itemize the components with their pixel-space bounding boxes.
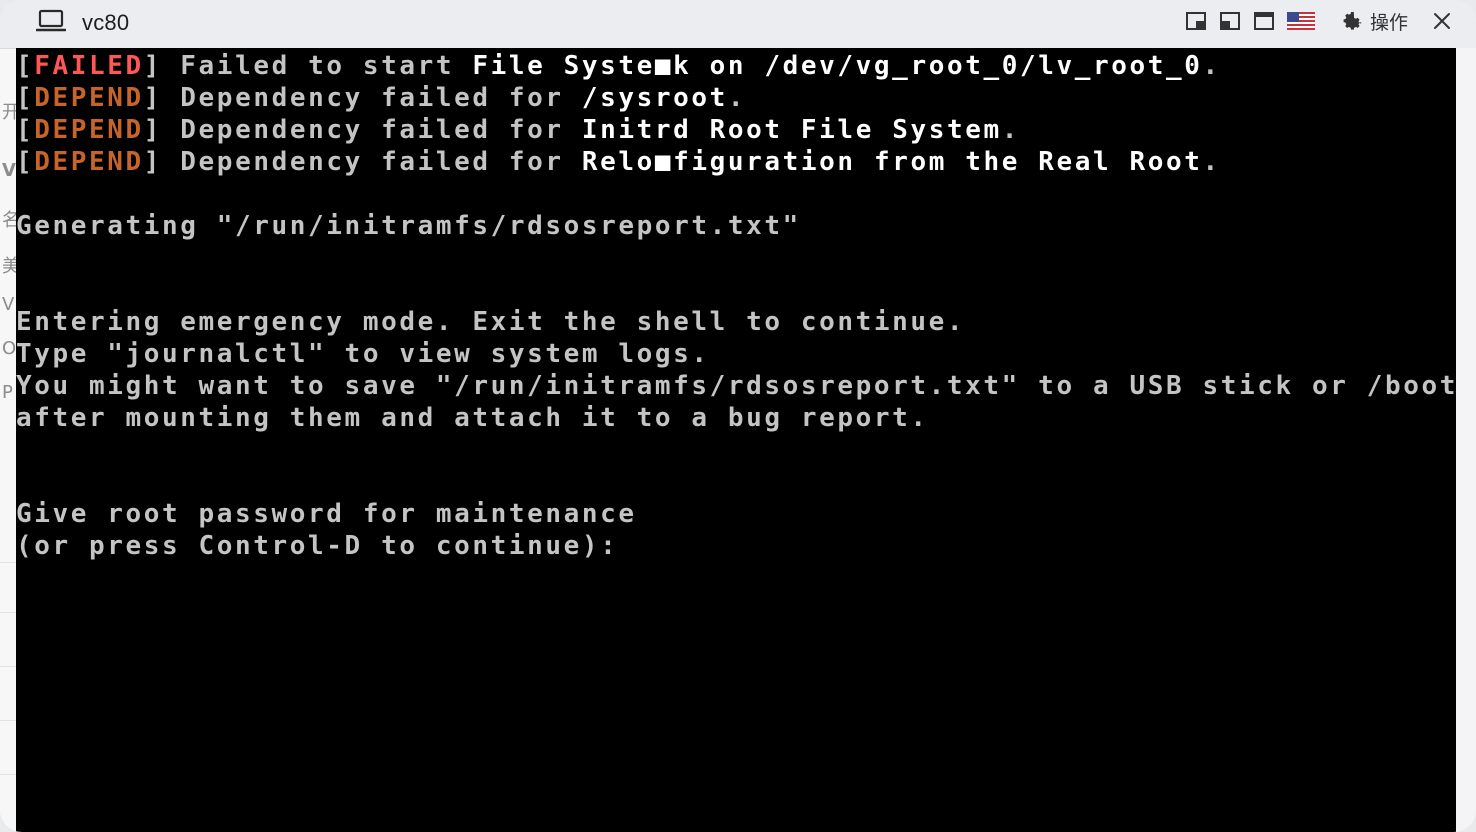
window-right-edge bbox=[1456, 48, 1476, 832]
background-divider bbox=[0, 774, 16, 775]
console-text: Generating "/run/initramfs/rdsosreport.t… bbox=[16, 211, 801, 241]
background-text-fragment: O bbox=[2, 338, 16, 359]
background-divider bbox=[0, 562, 16, 563]
status-period: . bbox=[1202, 51, 1221, 81]
status-message: ] Dependency failed for bbox=[143, 83, 582, 113]
us-flag-icon[interactable] bbox=[1286, 7, 1316, 35]
background-divider bbox=[0, 612, 16, 613]
window-maximize-icon[interactable] bbox=[1252, 7, 1276, 35]
status-period: . bbox=[1202, 147, 1221, 177]
console-text: (or press Control-D to continue): bbox=[16, 531, 619, 561]
background-text-fragment: V bbox=[2, 160, 16, 181]
window-bottom-left-icon[interactable] bbox=[1218, 7, 1242, 35]
console-line: [DEPEND] Dependency failed for Relo■figu… bbox=[16, 146, 1456, 178]
operations-menu[interactable]: 操作 bbox=[1370, 8, 1408, 35]
background-text-fragment: P bbox=[2, 382, 13, 403]
console-line: Type "journalctl" to view system logs. bbox=[16, 338, 1456, 370]
console-text: Give root password for maintenance bbox=[16, 499, 637, 529]
app-frame: 开 V 名 美 V O P vc80 操作 [FAILED] Failed to… bbox=[0, 0, 1476, 832]
status-message: ] Dependency failed for bbox=[143, 115, 582, 145]
console-text: Type "journalctl" to view system logs. bbox=[16, 339, 710, 369]
console-line: (or press Control-D to continue): bbox=[16, 530, 1456, 562]
status-tag: DEPEND bbox=[34, 147, 144, 177]
status-unit: File Syste■k on /dev/vg_root_0/lv_root_0 bbox=[472, 51, 1203, 81]
background-text-fragment: 名 bbox=[2, 210, 16, 231]
console-line: [FAILED] Failed to start File Syste■k on… bbox=[16, 50, 1456, 82]
status-bracket: [ bbox=[16, 115, 35, 145]
console-output: [FAILED] Failed to start File Syste■k on… bbox=[16, 50, 1456, 562]
gear-icon[interactable] bbox=[1340, 7, 1364, 35]
console-text: Entering emergency mode. Exit the shell … bbox=[16, 307, 966, 337]
console-line: Entering emergency mode. Exit the shell … bbox=[16, 306, 1456, 338]
status-bracket: [ bbox=[16, 83, 35, 113]
console-text: after mounting them and attach it to a b… bbox=[16, 403, 929, 433]
background-divider bbox=[0, 720, 16, 721]
status-unit: Relo■figuration from the Real Root bbox=[581, 147, 1203, 177]
window-title: vc80 bbox=[82, 10, 130, 35]
status-unit: Initrd Root File System bbox=[581, 115, 1002, 145]
status-message: ] Dependency failed for bbox=[143, 147, 582, 177]
laptop-icon bbox=[35, 8, 67, 38]
status-tag: DEPEND bbox=[34, 115, 144, 145]
background-text-fragment: V bbox=[2, 294, 15, 315]
status-bracket: [ bbox=[16, 51, 35, 81]
background-divider bbox=[0, 666, 16, 667]
console-text: You might want to save "/run/initramfs/r… bbox=[16, 371, 1456, 401]
status-tag: FAILED bbox=[34, 51, 144, 81]
background-text-fragment: 美 bbox=[2, 256, 16, 277]
console-line: after mounting them and attach it to a b… bbox=[16, 402, 1456, 434]
status-message: ] Failed to start bbox=[143, 51, 473, 81]
console-line: [DEPEND] Dependency failed for /sysroot. bbox=[16, 82, 1456, 114]
close-icon[interactable] bbox=[1430, 7, 1454, 35]
status-bracket: [ bbox=[16, 147, 35, 177]
background-page: 开 V 名 美 V O P bbox=[0, 48, 16, 832]
status-unit: /sysroot bbox=[581, 83, 728, 113]
console-screen[interactable]: [FAILED] Failed to start File Syste■k on… bbox=[16, 48, 1456, 832]
status-period: . bbox=[727, 83, 747, 113]
status-tag: DEPEND bbox=[34, 83, 144, 113]
status-period: . bbox=[1001, 115, 1020, 145]
console-line: Generating "/run/initramfs/rdsosreport.t… bbox=[16, 210, 1456, 242]
console-line: You might want to save "/run/initramfs/r… bbox=[16, 370, 1456, 402]
console-title-bar[interactable]: vc80 操作 bbox=[0, 0, 1476, 49]
console-line: Give root password for maintenance bbox=[16, 498, 1456, 530]
background-text-fragment: 开 bbox=[2, 102, 16, 123]
console-line: [DEPEND] Dependency failed for Initrd Ro… bbox=[16, 114, 1456, 146]
window-bottom-right-icon[interactable] bbox=[1184, 7, 1208, 35]
